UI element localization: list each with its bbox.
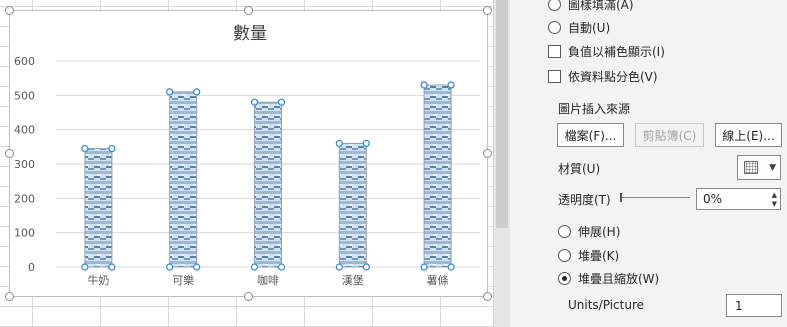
- x-tick-label: 漢堡: [342, 273, 364, 287]
- transparency-slider-track: [620, 197, 690, 198]
- picture-fill-radio[interactable]: [548, 0, 561, 11]
- automatic-fill-option[interactable]: 自動(U): [548, 17, 610, 37]
- bar[interactable]: [169, 91, 198, 268]
- y-tick-label: 600: [14, 55, 35, 68]
- y-tick-label: 0: [28, 261, 35, 274]
- bar-selection-handle[interactable]: [447, 263, 455, 271]
- automatic-fill-label: 自動(U): [568, 20, 611, 35]
- insert-from-clipboard-button[interactable]: 剪貼簿(C): [635, 123, 704, 147]
- chart-resize-handle-top-right[interactable]: [483, 6, 492, 15]
- bar-selection-handle[interactable]: [81, 263, 89, 271]
- units-per-picture-row: Units/Picture: [568, 295, 644, 315]
- x-tick-label: 薯條: [427, 273, 449, 287]
- bar-selection-handle[interactable]: [277, 263, 286, 271]
- stretch-radio[interactable]: [558, 224, 571, 238]
- texture-label: 材質(U): [558, 161, 601, 176]
- stack-and-scale-label: 堆疊且縮放(W): [578, 271, 660, 286]
- spin-down-icon[interactable]: ▼: [772, 201, 777, 208]
- insert-online-button[interactable]: 線上(E)...: [715, 123, 782, 147]
- stack-option[interactable]: 堆疊(K): [558, 245, 619, 265]
- transparency-slider-thumb[interactable]: [620, 193, 622, 202]
- bar-selection-handle[interactable]: [108, 144, 116, 153]
- bar-selection-handle[interactable]: [447, 81, 455, 89]
- chart-resize-handle-bottom-right[interactable]: [483, 292, 492, 301]
- chevron-down-icon: ▼: [769, 163, 776, 173]
- bar-selection-handle[interactable]: [193, 88, 201, 96]
- bar[interactable]: [84, 148, 113, 268]
- vary-colors-label: 依資料點分色(V): [568, 69, 658, 84]
- chart-resize-handle-top[interactable]: [244, 6, 253, 15]
- y-tick-label: 200: [14, 192, 35, 205]
- picture-source-heading: 圖片插入來源: [558, 98, 630, 118]
- y-axis-labels: 0 100 200 300 400 500 600: [14, 55, 35, 274]
- texture-swatch-icon: [744, 161, 758, 174]
- chart-resize-handle-top-left[interactable]: [5, 6, 14, 15]
- bar-selection-handle[interactable]: [420, 263, 428, 271]
- bar-selection-handle[interactable]: [81, 144, 89, 153]
- chart-area[interactable]: 數量 0 100 200 300 400 500 600 牛奶 可樂 咖啡 漢堡 薯條: [5, 6, 492, 301]
- stretch-label: 伸展(H): [578, 224, 621, 239]
- bar[interactable]: [254, 101, 282, 268]
- chart-resize-handle-right[interactable]: [483, 149, 492, 158]
- bar-selection-handle[interactable]: [420, 81, 428, 89]
- transparency-row: 透明度(T): [558, 189, 611, 209]
- x-tick-label: 牛奶: [87, 273, 109, 287]
- transparency-spinbox[interactable]: 0% ▲ ▼: [696, 188, 781, 210]
- bar-selection-handle[interactable]: [277, 98, 286, 106]
- picture-fill-label: 圖樣填滿(A): [568, 0, 634, 12]
- y-tick-label: 500: [14, 89, 35, 102]
- y-tick-label: 300: [14, 158, 35, 171]
- pane-scrollbar-thumb[interactable]: [496, 0, 508, 228]
- bar-selection-handle[interactable]: [250, 263, 259, 271]
- bar-selection-handle[interactable]: [250, 98, 259, 106]
- insert-from-file-button[interactable]: 檔案(F)...: [557, 123, 624, 147]
- x-tick-label: 咖啡: [257, 273, 279, 287]
- picture-source-label: 圖片插入來源: [558, 101, 631, 116]
- stack-radio[interactable]: [558, 248, 571, 262]
- stack-and-scale-option[interactable]: 堆疊且縮放(W): [558, 268, 659, 288]
- invert-if-negative-label: 負值以補色顯示(I): [568, 44, 665, 59]
- invert-if-negative-checkbox[interactable]: [548, 44, 561, 58]
- stack-and-scale-radio[interactable]: [558, 271, 571, 285]
- automatic-fill-radio[interactable]: [548, 20, 561, 34]
- texture-row: 材質(U): [558, 158, 600, 178]
- x-tick-label: 可樂: [172, 273, 194, 287]
- transparency-label: 透明度(T): [558, 192, 611, 207]
- x-axis-labels: 牛奶 可樂 咖啡 漢堡 薯條: [87, 273, 448, 287]
- stretch-option[interactable]: 伸展(H): [558, 221, 620, 241]
- bar-selection-handle[interactable]: [193, 263, 201, 271]
- vary-colors-checkbox[interactable]: [548, 69, 561, 83]
- data-series[interactable]: [81, 81, 455, 271]
- transparency-slider[interactable]: [620, 193, 690, 203]
- bar-selection-handle[interactable]: [108, 263, 116, 271]
- y-tick-label: 100: [14, 227, 35, 240]
- bar-selection-handle[interactable]: [335, 263, 343, 271]
- column-chart[interactable]: 數量 0 100 200 300 400 500 600 牛奶 可樂 咖啡 漢堡 薯條: [10, 11, 489, 298]
- picture-fill-option[interactable]: 圖樣填滿(A): [548, 0, 634, 14]
- invert-if-negative-option[interactable]: 負值以補色顯示(I): [548, 41, 665, 61]
- stack-label: 堆疊(K): [578, 248, 620, 263]
- bar[interactable]: [338, 142, 367, 268]
- units-per-picture-label: Units/Picture: [568, 298, 644, 312]
- chart-resize-handle-left[interactable]: [5, 149, 14, 158]
- bar[interactable]: [423, 84, 452, 268]
- bar-selection-handle[interactable]: [362, 263, 370, 271]
- spin-up-icon[interactable]: ▲: [772, 192, 777, 199]
- vary-colors-option[interactable]: 依資料點分色(V): [548, 66, 658, 86]
- bar-selection-handle[interactable]: [335, 139, 343, 147]
- bar-selection-handle[interactable]: [362, 139, 370, 147]
- texture-dropdown[interactable]: ▼: [737, 155, 781, 180]
- bar-selection-handle[interactable]: [166, 88, 174, 96]
- chart-resize-handle-bottom[interactable]: [244, 292, 253, 301]
- transparency-value[interactable]: 0%: [703, 192, 722, 206]
- chart-resize-handle-bottom-left[interactable]: [5, 292, 14, 301]
- y-tick-label: 400: [14, 124, 35, 137]
- bar-selection-handle[interactable]: [166, 263, 174, 271]
- units-per-picture-value[interactable]: 1: [735, 299, 743, 313]
- chart-title[interactable]: 數量: [233, 24, 267, 44]
- units-per-picture-input[interactable]: 1: [726, 294, 782, 317]
